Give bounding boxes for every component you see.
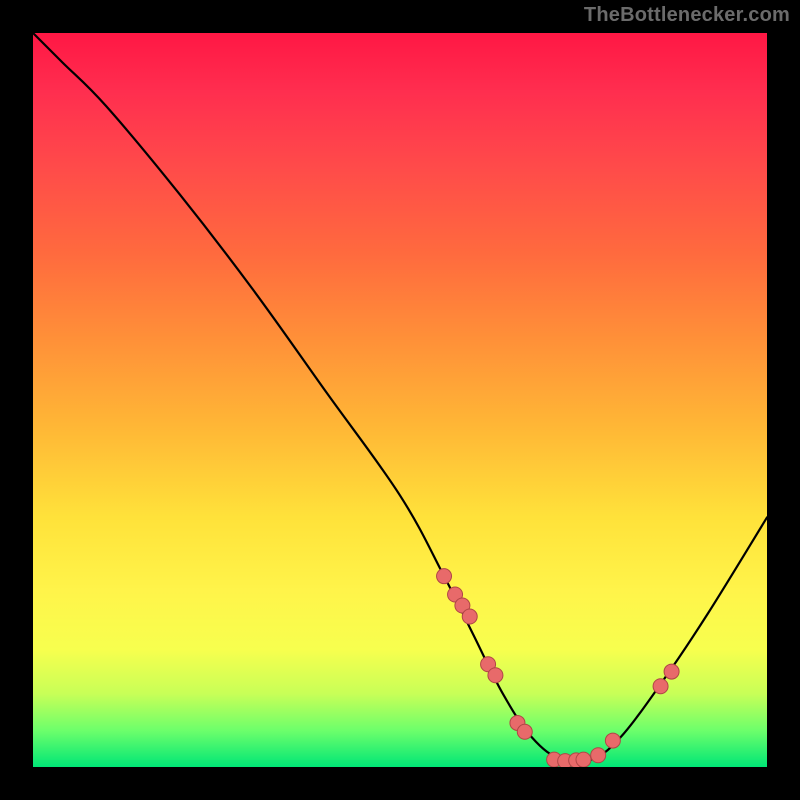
marker-dot	[517, 724, 532, 739]
marker-group	[437, 569, 680, 767]
bottleneck-curve	[33, 33, 767, 763]
marker-dot	[591, 748, 606, 763]
chart-svg	[33, 33, 767, 767]
marker-dot	[576, 752, 591, 767]
plot-area	[33, 33, 767, 767]
marker-dot	[664, 664, 679, 679]
marker-dot	[488, 668, 503, 683]
marker-dot	[437, 569, 452, 584]
image-frame: TheBottlenecker.com	[0, 0, 800, 800]
marker-dot	[605, 733, 620, 748]
attribution-text: TheBottlenecker.com	[584, 4, 790, 27]
marker-dot	[653, 679, 668, 694]
marker-dot	[462, 609, 477, 624]
